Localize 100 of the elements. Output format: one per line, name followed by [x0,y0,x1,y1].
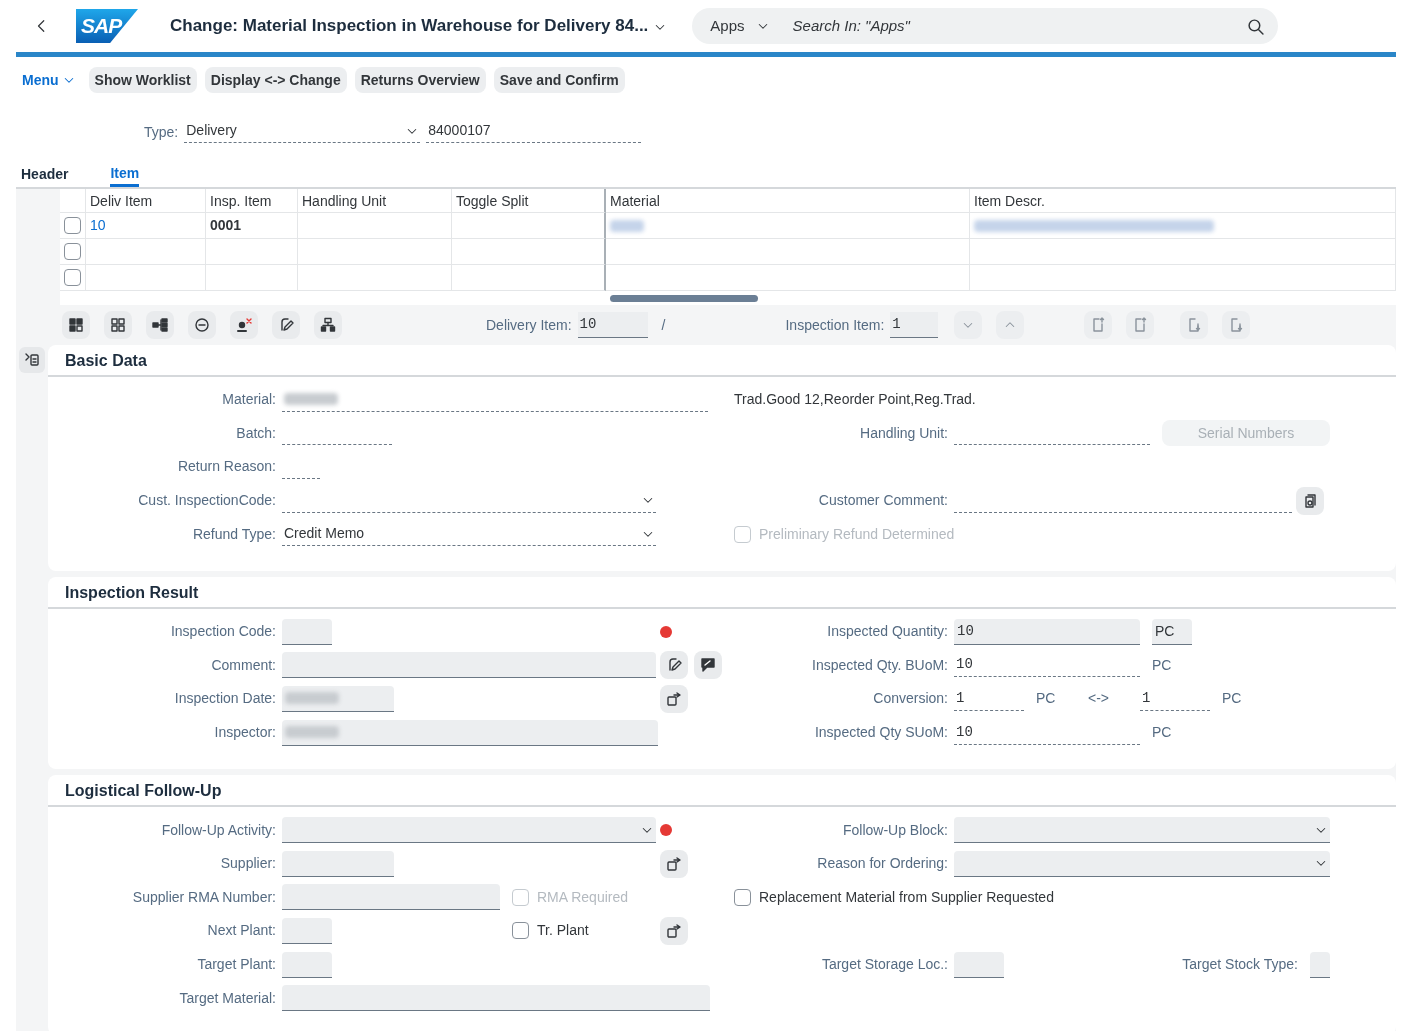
box-arrow-icon [666,922,682,939]
type-label: Type: [144,123,179,142]
app-title: Change: Material Inspection in Warehouse for Delivery 84... [170,15,649,38]
search-icon [1247,17,1265,35]
column-header: Deliv Item [86,189,206,213]
collapse-button[interactable] [19,347,45,373]
checkbox[interactable] [64,269,81,286]
toolbar-icon-button[interactable] [62,311,90,339]
input-field[interactable] [282,618,332,645]
toolbar-icon-button[interactable] [104,311,132,339]
checkbox[interactable] [512,922,529,940]
dropdown-field[interactable] [954,817,1330,844]
person-remove-icon [236,317,252,333]
document-number-field[interactable]: 84000107 [426,119,642,143]
input-field[interactable] [1310,951,1330,978]
field-label: Inspection Item: [785,315,885,335]
input-field[interactable]: 10 [954,618,1140,645]
toolbar-button[interactable]: Returns Overview [354,67,486,93]
icon-button[interactable] [694,651,722,680]
input-field[interactable] [954,951,1004,978]
checkbox[interactable] [64,243,81,260]
toolbar-button[interactable]: Display <-> Change [204,67,347,93]
menu-button[interactable]: Menu [22,69,75,91]
toolbar-button[interactable]: Show Worklist [88,67,197,93]
field-label: Inspected Qty. BUoM: [812,656,948,673]
field-label: Batch: [236,424,276,441]
checkbox[interactable] [734,888,751,906]
unit-text: <-> [1088,689,1110,709]
column-header: Item Descr. [970,189,1396,213]
grid-icon [68,317,84,333]
toolbar-icon-button[interactable] [314,311,342,339]
input-field[interactable]: 1 [1140,686,1210,711]
speech-bubble-icon [700,657,716,674]
unit-text: PC [1036,689,1057,709]
separator-text: / [661,315,666,335]
input-field[interactable]: 1 [954,686,1024,711]
input-field[interactable] [282,850,394,877]
checkbox[interactable] [64,217,81,234]
column-header: Toggle Split [452,189,606,213]
input-field[interactable] [282,951,332,978]
scrollbar-thumb[interactable] [610,295,758,302]
checkbox-label: RMA Required [537,887,629,907]
edit-icon [278,317,294,333]
toolbar-icon-button[interactable] [146,311,174,339]
column-header: Insp. Item [206,189,298,213]
field-label: Target Storage Loc.: [821,956,948,972]
grid-outline-icon [110,317,126,333]
field-label: Target Plant: [197,956,276,972]
field-label: Next Plant: [207,922,276,939]
dropdown-field[interactable]: Credit Memo [282,522,656,547]
field-label: Inspector: [214,724,276,741]
field-label: Inspected Qty SUoM: [814,724,948,741]
field-label: Return Reason: [177,458,276,475]
toolbar-icon-button[interactable] [188,311,216,339]
input-field[interactable] [282,985,710,1012]
tab[interactable]: Header [21,163,69,187]
field-label: Customer Comment: [818,492,948,509]
input-field[interactable] [282,884,500,911]
dropdown-field[interactable] [954,850,1330,877]
input-field[interactable] [282,719,658,746]
toolbar-icon-button[interactable] [230,311,258,339]
item-link[interactable]: 10 [90,215,106,236]
input-field[interactable]: 10 [954,720,1140,745]
unit-text: PC [1152,655,1173,675]
field-label: Target Stock Type: [1182,955,1298,974]
documents-icon [1302,492,1318,509]
box-arrow-icon [666,690,682,707]
icon-button[interactable] [660,916,688,945]
icon-button[interactable] [660,849,688,878]
icon-button[interactable] [660,684,688,713]
scope-dropdown[interactable]: Apps [706,14,773,38]
box-arrow-icon [666,855,682,872]
toolbar-icon-button[interactable] [272,311,300,339]
icon-button[interactable] [660,651,688,680]
input-field[interactable] [282,685,394,712]
input-field[interactable] [282,652,656,679]
section-title: Basic Data [48,345,1396,377]
page-arrow-down-icon [1228,317,1245,333]
table-cell: 0001 [206,213,298,239]
page-arrow-up-icon [1090,317,1107,333]
field-label: Reason for Ordering: [817,855,948,872]
dropdown-field[interactable] [282,817,656,844]
input-field[interactable] [282,917,332,944]
unit-text: PC [1222,689,1243,709]
page-arrow-down-icon [1186,317,1203,333]
field-label: Follow-Up Activity: [161,821,276,838]
delivery-item-field[interactable]: 10 [577,312,648,338]
icon-button[interactable] [1296,486,1324,515]
toolbar-button[interactable]: Save and Confirm [493,67,625,93]
column-header: Handling Unit [298,189,452,213]
input-field[interactable]: PC [1152,618,1192,645]
field-label: Material: [222,391,276,408]
field-label: Inspected Quantity: [827,623,948,640]
search-field[interactable]: Apps Search In: "Apps" [692,8,1279,44]
description-text: Trad.Good 12,Reorder Point,Reg.Trad. [734,390,976,410]
inspection-item-field[interactable]: 1 [890,312,939,338]
checkbox-label: Replacement Material from Supplier Requested [759,887,1054,907]
type-dropdown[interactable]: Delivery [184,119,421,143]
input-field[interactable]: 10 [954,653,1140,678]
logo: SAP [76,9,138,43]
